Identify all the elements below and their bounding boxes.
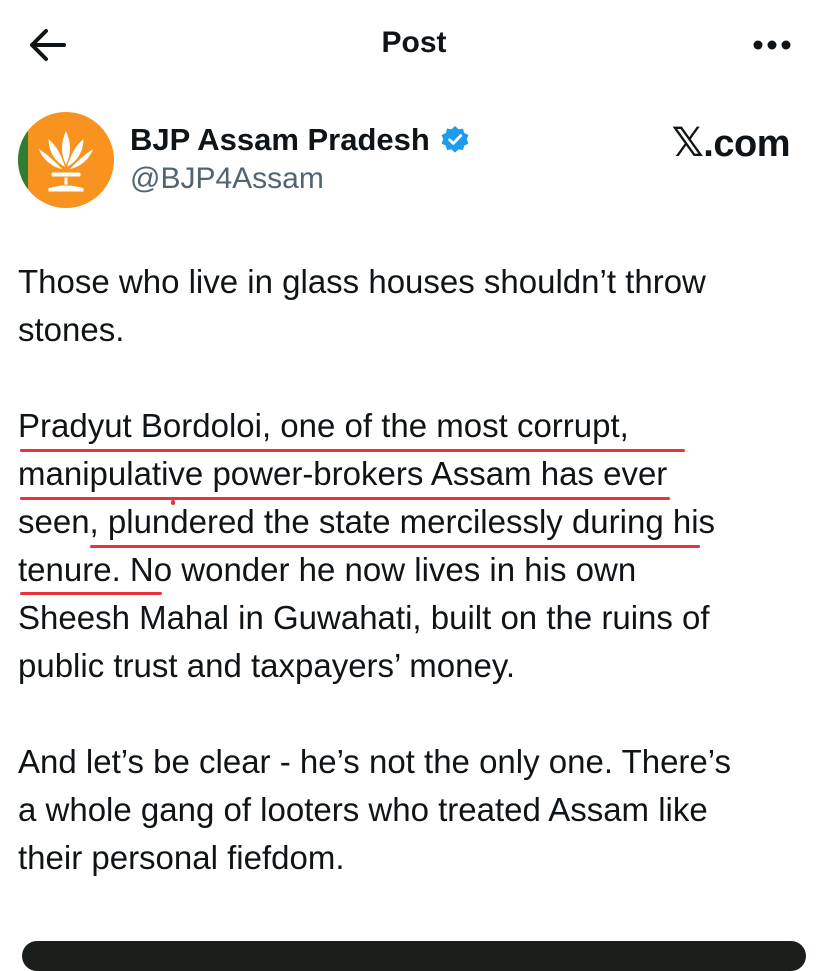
author-handle[interactable]: @BJP4Assam — [130, 162, 324, 196]
underline-mark — [90, 545, 700, 548]
top-bar: Post — [0, 0, 828, 90]
author-name-row[interactable]: BJP Assam Pradesh — [130, 122, 470, 158]
x-com-watermark: 𝕏.com — [671, 120, 791, 166]
media-preview[interactable] — [22, 941, 806, 971]
avatar[interactable] — [18, 112, 114, 208]
page-title: Post — [381, 26, 447, 59]
author-name[interactable]: BJP Assam Pradesh — [130, 122, 430, 158]
underline-mark — [20, 449, 685, 452]
post-paragraph-1: Those who live in glass houses shouldn’t… — [18, 263, 706, 348]
underline-mark — [171, 500, 175, 505]
verified-badge-icon — [440, 125, 470, 155]
underline-mark — [20, 497, 670, 500]
more-options-icon[interactable] — [752, 28, 792, 62]
x-logo-icon: 𝕏 — [671, 121, 704, 165]
watermark-text: .com — [703, 123, 790, 165]
underline-mark — [20, 592, 162, 595]
post-paragraph-3: And let’s be clear - he’s not the only o… — [18, 743, 732, 876]
